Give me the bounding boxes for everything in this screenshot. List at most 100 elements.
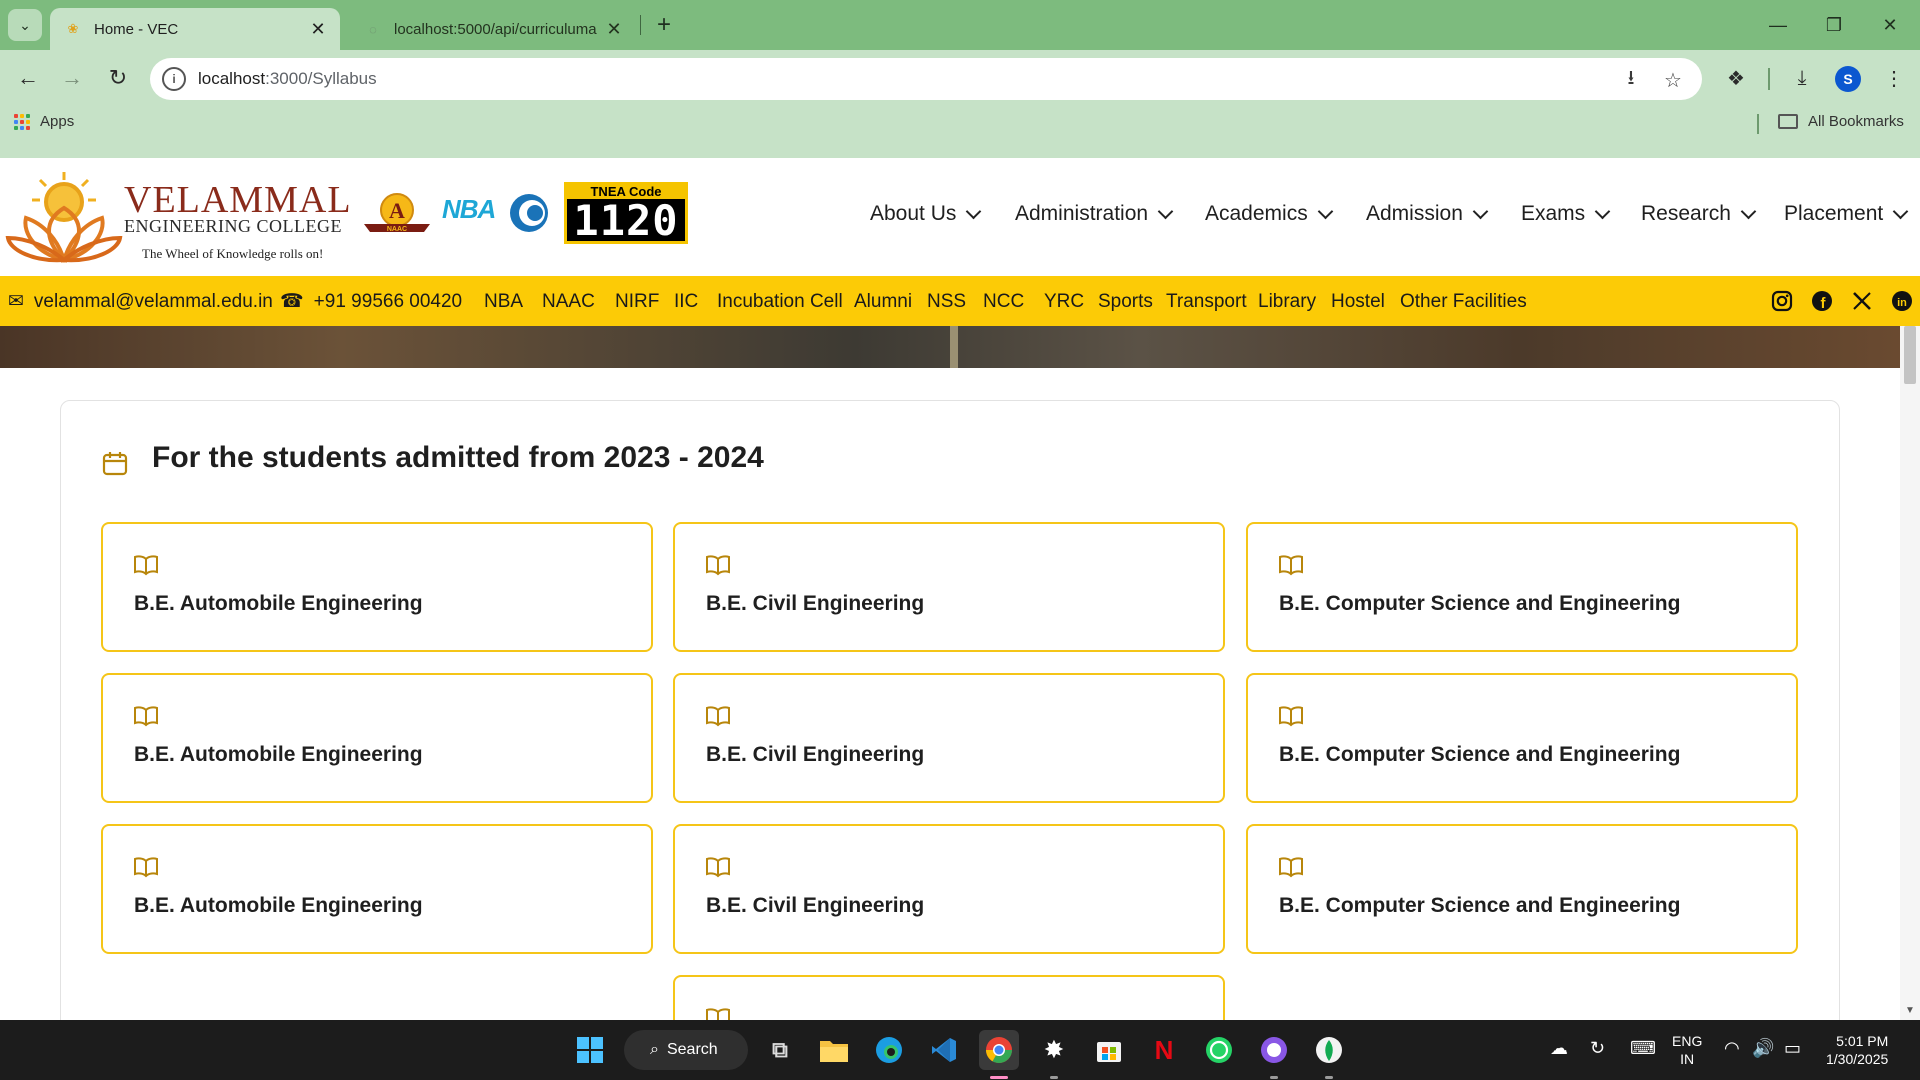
tab-search-button[interactable]: ⌄ xyxy=(8,9,42,41)
taskbar-search[interactable]: ⌕ Search xyxy=(624,1030,748,1070)
close-tab-icon[interactable]: ✕ xyxy=(602,17,626,41)
download-icon[interactable]: ⤓ xyxy=(1786,62,1818,94)
quicklink-iic[interactable]: IIC xyxy=(674,291,698,313)
url-path: :3000/Syllabus xyxy=(265,69,377,88)
scroll-down-arrow-icon[interactable]: ▼ xyxy=(1905,1005,1915,1016)
course-card-cse[interactable]: B.E. Computer Science and Engineering xyxy=(1246,522,1798,652)
nav-placement[interactable]: Placement xyxy=(1784,202,1909,226)
address-bar[interactable]: i localhost:3000/Syllabus ⭳ ☆ xyxy=(150,58,1702,100)
page-scrollbar[interactable]: ▼ xyxy=(1900,326,1920,1020)
course-card-civil[interactable]: B.E. Civil Engineering xyxy=(673,522,1225,652)
chatgpt-icon[interactable]: ✸ xyxy=(1034,1030,1074,1070)
close-tab-icon[interactable]: ✕ xyxy=(306,17,330,41)
chrome-browser-icon[interactable] xyxy=(979,1030,1019,1070)
course-card-cse[interactable]: B.E. Computer Science and Engineering xyxy=(1246,824,1798,954)
quicklink-nba[interactable]: NBA xyxy=(484,291,523,313)
quicklink-nss[interactable]: NSS xyxy=(927,291,966,313)
close-window-button[interactable]: ✕ xyxy=(1870,10,1910,40)
course-card-civil[interactable]: B.E. Civil Engineering xyxy=(673,673,1225,803)
netflix-icon[interactable]: N xyxy=(1144,1030,1184,1070)
course-card-automobile[interactable]: B.E. Automobile Engineering xyxy=(101,673,653,803)
back-button[interactable]: ← xyxy=(12,62,44,94)
volume-icon[interactable]: 🔊 xyxy=(1752,1038,1774,1059)
nav-administration[interactable]: Administration xyxy=(1015,202,1174,226)
install-app-icon[interactable]: ⭳ xyxy=(1618,67,1644,93)
wifi-icon[interactable]: ◠ xyxy=(1724,1038,1740,1059)
instagram-icon[interactable] xyxy=(1770,289,1794,313)
nav-exams[interactable]: Exams xyxy=(1521,202,1611,226)
windows-taskbar: ⌕ Search ⧉ ✸ N ☁ ↻ ⌨ ENG IN ◠ 🔊 ▭ 5:01 P… xyxy=(0,1020,1920,1080)
quicklink-hostel[interactable]: Hostel xyxy=(1331,291,1385,313)
windows-start-icon[interactable] xyxy=(570,1030,610,1070)
quicklink-incubation-cell[interactable]: Incubation Cell xyxy=(717,291,843,313)
quicklink-sports[interactable]: Sports xyxy=(1098,291,1153,313)
open-book-icon xyxy=(134,706,158,727)
quicklink-other-facilities[interactable]: Other Facilities xyxy=(1400,291,1527,313)
quicklink-yrc[interactable]: YRC xyxy=(1044,291,1084,313)
phone-contact[interactable]: ☎ +91 99566 00420 xyxy=(280,290,462,313)
nav-label: Academics xyxy=(1205,202,1308,225)
file-explorer-icon[interactable] xyxy=(814,1030,854,1070)
quicklink-nirf[interactable]: NIRF xyxy=(615,291,659,313)
bookmark-star-icon[interactable]: ☆ xyxy=(1660,67,1686,93)
nav-label: Administration xyxy=(1015,202,1149,225)
nav-label: Exams xyxy=(1521,202,1586,225)
profile-avatar[interactable]: S xyxy=(1835,66,1861,92)
microsoft-store-icon[interactable] xyxy=(1089,1030,1129,1070)
college-tagline: The Wheel of Knowledge rolls on! xyxy=(142,246,324,261)
site-info-icon[interactable]: i xyxy=(162,67,186,91)
all-bookmarks-button[interactable]: All Bookmarks xyxy=(1778,113,1904,130)
nav-academics[interactable]: Academics xyxy=(1205,202,1333,226)
input-language[interactable]: ENG IN xyxy=(1672,1032,1702,1068)
forward-button[interactable]: → xyxy=(56,62,88,94)
sync-icon[interactable]: ↻ xyxy=(1590,1038,1605,1059)
course-card-automobile[interactable]: B.E. Automobile Engineering xyxy=(101,824,653,954)
quicklink-ncc[interactable]: NCC xyxy=(983,291,1024,313)
x-icon[interactable] xyxy=(1850,289,1874,313)
course-name: B.E. Computer Science and Engineering xyxy=(1279,894,1681,917)
scrollbar-thumb[interactable] xyxy=(1904,326,1916,384)
course-card-civil[interactable]: B.E. Civil Engineering xyxy=(673,824,1225,954)
nav-admission[interactable]: Admission xyxy=(1366,202,1489,226)
whatsapp-icon[interactable] xyxy=(1199,1030,1239,1070)
course-name: B.E. Automobile Engineering xyxy=(134,743,423,766)
clock-date: 1/30/2025 xyxy=(1826,1051,1889,1067)
onedrive-cloud-icon[interactable]: ☁ xyxy=(1550,1038,1568,1059)
course-card-cse[interactable]: B.E. Computer Science and Engineering xyxy=(1246,673,1798,803)
course-name: B.E. Computer Science and Engineering xyxy=(1279,592,1681,615)
course-card-automobile[interactable]: B.E. Automobile Engineering xyxy=(101,522,653,652)
new-tab-button[interactable]: + xyxy=(650,11,678,39)
url-text[interactable]: localhost:3000/Syllabus xyxy=(198,69,377,89)
minimize-button[interactable]: — xyxy=(1758,10,1798,40)
mongodb-compass-icon[interactable] xyxy=(1309,1030,1349,1070)
extensions-icon[interactable]: ❖ xyxy=(1720,62,1752,94)
quicklink-library[interactable]: Library xyxy=(1258,291,1316,313)
vec-lotus-logo-icon[interactable] xyxy=(4,168,124,266)
vscode-icon[interactable] xyxy=(924,1030,964,1070)
tab-home-vec[interactable]: ❀ Home - VEC ✕ xyxy=(50,8,340,50)
restore-button[interactable]: ❐ xyxy=(1814,10,1854,40)
github-desktop-icon[interactable] xyxy=(1254,1030,1294,1070)
toolbar-divider xyxy=(1768,68,1770,90)
facebook-icon[interactable]: f xyxy=(1810,289,1834,313)
chevron-down-icon xyxy=(1317,203,1333,219)
apps-bookmark[interactable]: Apps xyxy=(14,113,74,130)
admission-year-heading: For the students admitted from 2023 - 20… xyxy=(152,441,764,474)
linkedin-icon[interactable]: in xyxy=(1890,289,1914,313)
nav-about-us[interactable]: About Us xyxy=(870,202,982,226)
email-contact[interactable]: ✉ velammal@velammal.edu.in xyxy=(8,290,273,313)
battery-icon[interactable]: ▭ xyxy=(1784,1038,1801,1059)
tab-api-curriculum[interactable]: ◌ localhost:5000/api/curriculuma ✕ xyxy=(350,8,636,50)
menu-kebab-icon[interactable]: ⋮ xyxy=(1878,62,1910,94)
keyboard-icon[interactable]: ⌨ xyxy=(1630,1038,1656,1059)
edge-browser-icon[interactable] xyxy=(869,1030,909,1070)
browser-toolbar: ← → ↻ i localhost:3000/Syllabus ⭳ ☆ ❖ ⤓ … xyxy=(0,50,1920,158)
system-clock[interactable]: 5:01 PM 1/30/2025 xyxy=(1826,1032,1888,1068)
quicklink-transport[interactable]: Transport xyxy=(1166,291,1247,313)
quicklink-alumni[interactable]: Alumni xyxy=(854,291,912,313)
task-view-icon[interactable]: ⧉ xyxy=(760,1030,800,1070)
reload-button[interactable]: ↻ xyxy=(102,62,134,94)
globe-icon: ◌ xyxy=(369,21,377,37)
quicklink-naac[interactable]: NAAC xyxy=(542,291,595,313)
nav-research[interactable]: Research xyxy=(1641,202,1757,226)
